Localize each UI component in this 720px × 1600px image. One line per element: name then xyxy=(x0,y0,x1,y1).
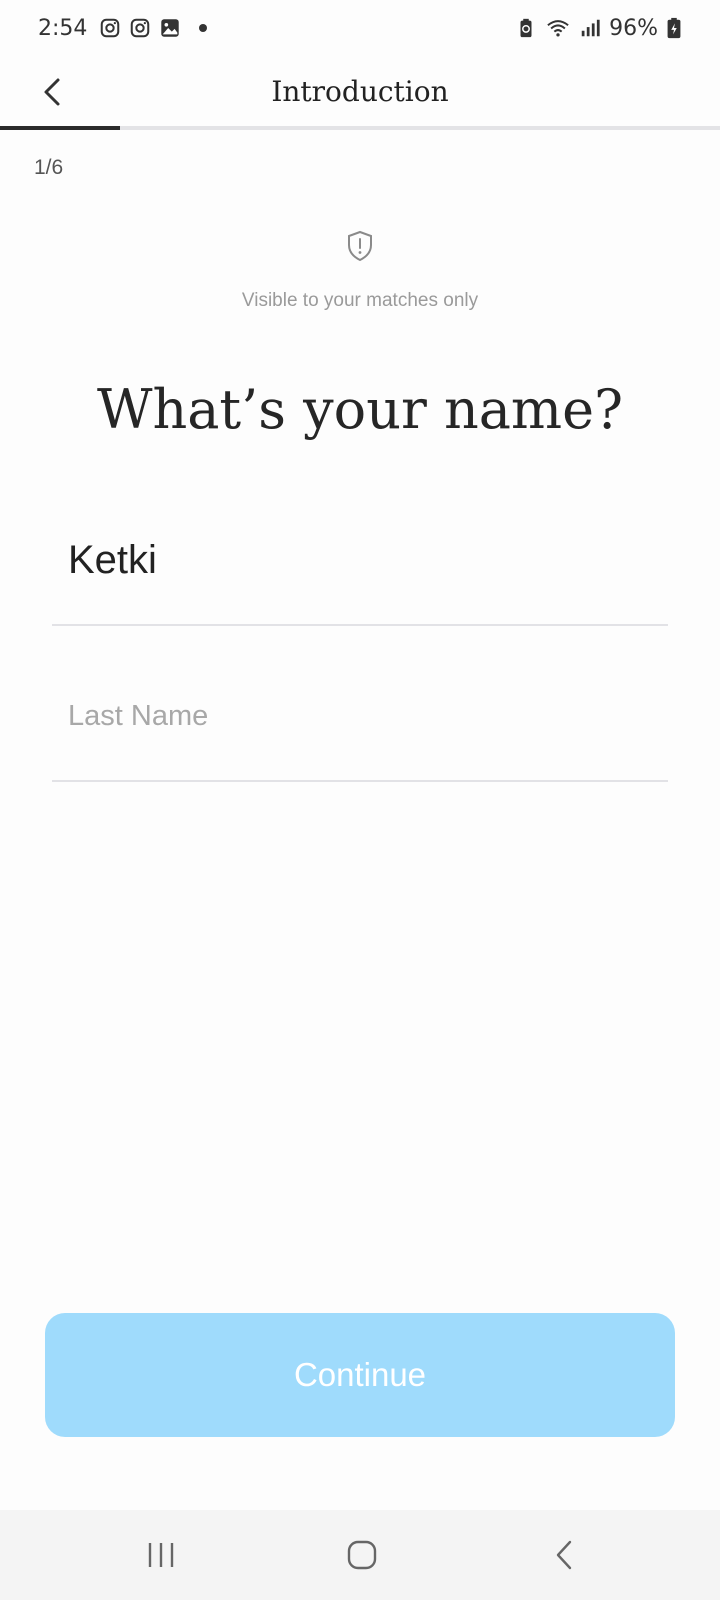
progress-bar xyxy=(0,126,720,130)
continue-button[interactable]: Continue xyxy=(45,1313,675,1437)
gallery-icon xyxy=(161,19,180,37)
shield-alert-icon xyxy=(348,230,372,262)
status-time: 2:54 xyxy=(38,15,88,41)
app-header: Introduction xyxy=(0,56,720,128)
back-icon xyxy=(556,1540,572,1570)
page-title: Introduction xyxy=(271,75,449,108)
status-bar-left: 2:54 xyxy=(38,15,208,41)
wifi-icon xyxy=(547,20,569,37)
battery-saver-icon xyxy=(520,18,532,38)
status-bar-right: 96% xyxy=(515,16,682,41)
home-button[interactable] xyxy=(332,1530,392,1580)
instagram-icon xyxy=(101,18,120,38)
recent-apps-icon xyxy=(148,1543,174,1567)
step-counter: 1/6 xyxy=(34,156,64,179)
system-back-button[interactable] xyxy=(534,1530,594,1580)
last-name-input[interactable] xyxy=(52,686,668,746)
progress-bar-fill xyxy=(0,126,121,130)
recent-apps-button[interactable] xyxy=(131,1530,191,1580)
system-nav-bar xyxy=(0,1510,720,1600)
status-bar: 2:54 96% xyxy=(0,0,720,56)
name-question-heading: What’s your name? xyxy=(96,378,624,441)
battery-percent: 96% xyxy=(609,15,658,41)
visibility-note: Visible to your matches only xyxy=(241,290,479,311)
first-name-field-container xyxy=(52,530,668,626)
signal-icon xyxy=(581,19,600,37)
notification-dot xyxy=(199,24,208,32)
home-icon xyxy=(347,1540,377,1570)
instagram-icon xyxy=(131,18,150,38)
first-name-input[interactable] xyxy=(52,530,668,590)
battery-charging-icon xyxy=(667,17,681,39)
last-name-field-container xyxy=(52,686,668,782)
